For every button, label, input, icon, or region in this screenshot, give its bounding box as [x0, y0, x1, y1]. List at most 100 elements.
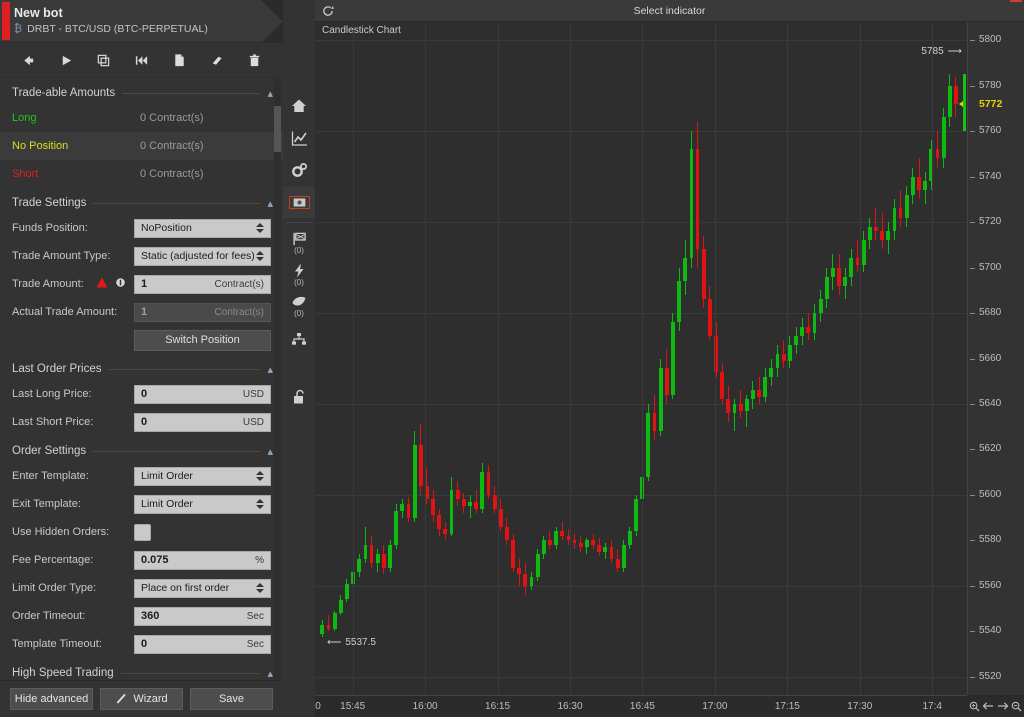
candlestick-plot[interactable] [315, 22, 967, 695]
trade-amount-input[interactable]: 1 Contract(s) [134, 274, 271, 294]
hide-advanced-button[interactable]: Hide advanced [10, 688, 93, 710]
price-tick: 5740 [968, 171, 1024, 182]
info-circle-icon[interactable] [115, 275, 126, 293]
zoom-out-icon[interactable] [1011, 701, 1022, 712]
candlestick [369, 22, 374, 695]
grid-line [859, 22, 861, 695]
time-tick: 0 [315, 701, 321, 712]
delete-button[interactable] [241, 48, 267, 72]
limit-order-type-select[interactable]: Place on first order [134, 578, 271, 598]
last-short-price-unit: USD [242, 416, 264, 428]
section-trade-settings[interactable]: Trade Settings ▴ [0, 188, 283, 214]
spinner-icon[interactable] [256, 251, 266, 261]
zoom-in-icon[interactable] [969, 701, 980, 712]
panel-scrollbar[interactable] [274, 78, 281, 680]
candlestick [757, 22, 761, 695]
wizard-button[interactable]: Wizard [100, 688, 183, 710]
flag-icon[interactable]: (0) [283, 227, 315, 259]
candlestick [695, 22, 700, 695]
low-annotation-label: 5537.5 [345, 637, 376, 649]
back-button[interactable] [16, 48, 42, 72]
candlestick [701, 22, 706, 695]
chart-line-icon[interactable] [283, 122, 315, 154]
chevron-up-icon[interactable]: ▴ [267, 87, 273, 100]
chevron-up-icon[interactable]: ▴ [267, 667, 273, 680]
enter-template-select[interactable]: Limit Order [134, 466, 271, 486]
refresh-icon[interactable] [315, 5, 341, 17]
grid-line [570, 22, 571, 695]
actual-trade-amount-label: Actual Trade Amount: [12, 306, 118, 318]
chart-topbar: Select indicator [315, 0, 1024, 22]
candlestick [615, 22, 620, 695]
chevron-up-icon[interactable]: ▴ [267, 363, 273, 376]
use-hidden-orders-checkbox[interactable] [134, 523, 151, 541]
bot-market-label: DRBT - BTC/USD (BTC-PERPETUAL) [27, 23, 208, 35]
candlestick [474, 22, 479, 695]
time-tick: 16:30 [557, 701, 583, 712]
section-high-speed-trading[interactable]: High Speed Trading ▴ [0, 658, 283, 680]
exit-template-select[interactable]: Limit Order [134, 494, 271, 514]
lightning-icon[interactable]: (0) [283, 259, 315, 291]
candlestick [664, 22, 669, 695]
save-label: Save [218, 693, 245, 705]
home-icon[interactable] [283, 90, 315, 122]
close-icon[interactable] [1010, 0, 1022, 2]
money-icon[interactable] [283, 186, 315, 218]
funds-position-select[interactable]: NoPosition [134, 218, 271, 238]
last-short-price-input[interactable]: 0 USD [134, 412, 271, 432]
arrow-right-icon: ⟶ [947, 46, 962, 58]
candlestick [689, 22, 694, 695]
spinner-icon[interactable] [256, 223, 266, 233]
candlestick [812, 22, 817, 695]
gears-icon[interactable] [283, 154, 315, 186]
candlestick [787, 22, 792, 695]
candlestick [400, 22, 405, 695]
chevron-up-icon[interactable]: ▴ [267, 197, 273, 210]
row-limit-order-type: Limit Order Type: Place on first order [0, 574, 283, 602]
fee-percentage-input[interactable]: 0.075 % [134, 550, 271, 570]
clone-button[interactable] [91, 48, 117, 72]
warning-triangle-icon[interactable] [96, 275, 108, 293]
spinner-icon[interactable] [256, 471, 266, 481]
chevron-up-icon[interactable]: ▴ [267, 445, 273, 458]
scrollbar-thumb[interactable] [274, 106, 281, 152]
unlock-icon[interactable] [283, 381, 315, 413]
order-timeout-value: 360 [141, 610, 160, 622]
candlestick [671, 22, 675, 695]
trade-amount-type-select[interactable]: Static (adjusted for fees) [134, 246, 271, 266]
select-indicator-label[interactable]: Select indicator [315, 5, 1024, 17]
funds-position-label: Funds Position: [12, 222, 88, 234]
candlestick [584, 22, 589, 695]
order-timeout-input[interactable]: 360 Sec [134, 606, 271, 626]
save-button[interactable]: Save [190, 688, 273, 710]
flag-count: (0) [294, 245, 304, 255]
last-long-price-label: Last Long Price: [12, 388, 92, 400]
leaf-icon[interactable]: (0) [283, 291, 315, 323]
section-order-settings[interactable]: Order Settings ▴ [0, 436, 283, 462]
switch-position-button[interactable]: Switch Position [134, 329, 271, 351]
candlestick [332, 22, 337, 695]
candlestick [824, 22, 829, 695]
time-tick: 16:45 [629, 701, 655, 712]
divider [286, 222, 312, 223]
last-long-price-input[interactable]: 0 USD [134, 384, 271, 404]
candlestick [720, 22, 725, 695]
candlestick [683, 22, 688, 695]
template-timeout-input[interactable]: 0 Sec [134, 634, 271, 654]
order-timeout-label: Order Timeout: [12, 610, 86, 622]
spinner-icon[interactable] [256, 583, 266, 593]
clear-button[interactable] [204, 48, 230, 72]
pan-right-icon[interactable] [997, 701, 1009, 711]
log-button[interactable] [166, 48, 192, 72]
section-tradeable-amounts[interactable]: Trade-able Amounts ▴ [0, 78, 283, 104]
candlestick [769, 22, 774, 695]
spinner-icon[interactable] [256, 499, 266, 509]
pan-left-icon[interactable] [982, 701, 994, 711]
run-button[interactable] [53, 48, 79, 72]
candlestick [338, 22, 343, 695]
candlestick [744, 22, 749, 695]
section-last-order-prices[interactable]: Last Order Prices ▴ [0, 354, 283, 380]
hierarchy-icon[interactable] [283, 323, 315, 355]
reset-button[interactable] [128, 48, 154, 72]
row-last-long-price: Last Long Price: 0 USD [0, 380, 283, 408]
